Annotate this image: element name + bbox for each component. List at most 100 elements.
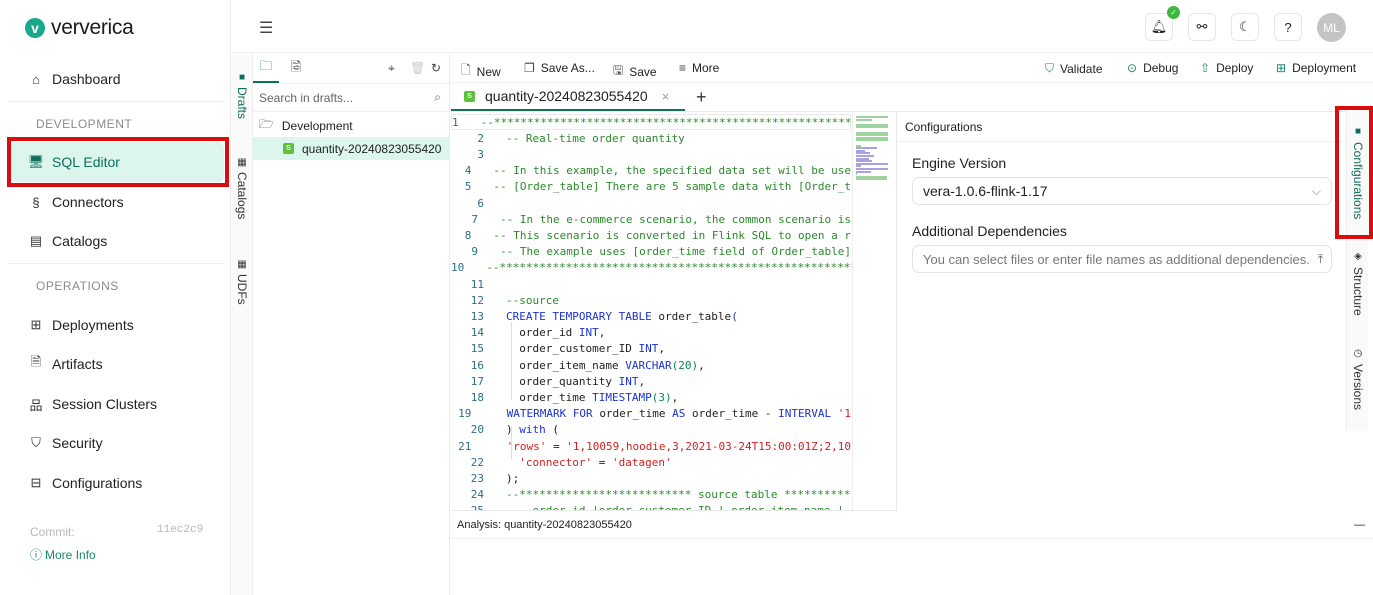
plugin-button[interactable]: ⚯ — [1188, 13, 1216, 41]
editor-toolbar: 🗋 New ❐ Save As... 🖫 Save ≡ More ⛉ Validate ⊙… — [451, 54, 1373, 83]
more-info-link[interactable]: ⓘ More Info — [30, 546, 96, 563]
save-button[interactable]: 🖫 Save — [613, 61, 657, 82]
file-tabs: S quantity-20240823055420 × + — [451, 83, 896, 111]
code-token: -- In this example, the specified data s… — [493, 164, 851, 178]
sidebar-item-connectors[interactable]: § Connectors — [10, 182, 224, 222]
code-line[interactable]: 4 -- In this example, the specified data … — [451, 163, 851, 179]
code-line[interactable]: 23); — [451, 470, 851, 486]
debug-button[interactable]: ⊙ Debug — [1127, 61, 1178, 75]
deploy-button[interactable]: ⇧ Deploy — [1200, 61, 1253, 75]
code-token: order_customer_ID — [506, 342, 639, 356]
tree-file-item[interactable]: S quantity-20240823055420 — [253, 137, 449, 160]
vtab-label: Drafts — [235, 87, 249, 120]
sidebar-item-deployments[interactable]: ⊞ Deployments — [10, 305, 224, 345]
minimap-line — [856, 126, 888, 129]
add-tab-button[interactable]: + — [696, 87, 707, 108]
code-line[interactable]: 19 WATERMARK FOR order_time AS order_tim… — [451, 406, 851, 422]
vtab-udfs[interactable]: ▦ UDFs — [231, 259, 253, 305]
sidebar-item-catalogs[interactable]: ▤ Catalogs — [10, 221, 224, 261]
validate-button[interactable]: ⛉ Validate — [1045, 61, 1103, 76]
right-vertical-tabs: ■ Configurations ◈ Structure ◷ Versions — [1346, 111, 1368, 431]
sidebar-item-dashboard[interactable]: ⌂ Dashboard — [10, 59, 224, 99]
additional-dependencies-input[interactable]: You can select files or enter file names… — [912, 245, 1332, 273]
save-icon: 🖫 — [613, 63, 624, 77]
code-line[interactable]: 12 --source — [451, 292, 851, 308]
vtab-configurations[interactable]: ■ Configurations — [1347, 126, 1369, 219]
code-token: -- Real-time order quantity — [506, 131, 685, 145]
vtab-structure[interactable]: ◈ Structure — [1347, 251, 1369, 316]
trash-icon[interactable]: 🗑 — [410, 61, 425, 75]
shield-icon: ⛉ — [31, 435, 41, 450]
deployment-button[interactable]: ⊞ Deployment — [1276, 61, 1356, 75]
logo[interactable]: v ververica — [25, 16, 134, 40]
close-tab-icon[interactable]: × — [662, 89, 670, 104]
tree-folder-development[interactable]: 🗁 Development — [253, 114, 449, 137]
code-token: -- In the e-commerce scenario, the commo… — [500, 212, 851, 226]
code-token: (20) — [671, 358, 699, 372]
code-editor[interactable]: 1 --*************************************… — [451, 111, 896, 511]
collapse-sidebar-icon[interactable]: ☰ — [259, 18, 273, 38]
code-token: , — [598, 326, 606, 340]
code-line[interactable]: 9 -- The example uses [order_time field o… — [451, 244, 851, 260]
save-as-button[interactable]: ❐ Save As... — [524, 61, 595, 75]
code-line[interactable]: 6 — [451, 195, 851, 211]
minimize-panel-button[interactable]: — — [1354, 519, 1365, 531]
more-button[interactable]: ≡ More — [679, 61, 719, 75]
sidebar-item-session-clusters[interactable]: 品 Session Clusters — [10, 384, 224, 424]
brand-name: ververica — [51, 16, 134, 39]
vtab-drafts[interactable]: ■ Drafts — [231, 72, 253, 119]
sidebar-item-security[interactable]: ⛉ Security — [10, 423, 224, 463]
config-panel-title: Configurations — [897, 112, 1346, 142]
drafts-search-input[interactable]: Search in drafts... ⌕ — [253, 84, 449, 112]
theme-toggle-button[interactable]: ☾ — [1231, 13, 1259, 41]
tab-folder-view[interactable]: 🗀 — [253, 54, 279, 83]
refresh-icon[interactable]: ↻ — [431, 61, 441, 75]
code-token: '1 — [837, 407, 851, 421]
file-tab-active[interactable]: S quantity-20240823055420 × — [451, 83, 685, 111]
sidebar-item-sql-editor[interactable]: 🖥 SQL Editor — [10, 142, 224, 182]
help-button[interactable]: ? — [1274, 13, 1302, 41]
line-number: 23 — [470, 471, 484, 485]
code-token: ) — [506, 423, 520, 437]
code-line[interactable]: 8 -- This scenario is converted in Flink … — [451, 227, 851, 243]
code-line[interactable]: 25 -- order_id |order_customer_ID | order… — [451, 503, 851, 511]
save-label: Save — [629, 64, 657, 79]
code-token: order_table — [658, 309, 732, 323]
engine-version-value: vera-1.0.6-flink-1.17 — [923, 183, 1048, 199]
code-token: --source — [506, 293, 559, 307]
avatar[interactable]: ML — [1317, 13, 1346, 42]
minimap[interactable] — [852, 112, 889, 510]
shield-check-icon: ⛉ — [1045, 61, 1055, 75]
vtab-catalogs[interactable]: ▦ Catalogs — [231, 157, 253, 219]
indent-guide — [511, 322, 512, 400]
vtab-versions[interactable]: ◷ Versions — [1347, 348, 1369, 410]
code-line[interactable]: 7 -- In the e-commerce scenario, the comm… — [451, 211, 851, 227]
new-button[interactable]: 🗋 New — [461, 61, 501, 82]
sidebar-item-configurations[interactable]: ⊟ Configurations — [10, 463, 224, 503]
engine-version-select[interactable]: vera-1.0.6-flink-1.17 ⌵ — [912, 177, 1332, 205]
code-line[interactable]: 3 — [451, 146, 851, 162]
line-number: 25 — [470, 504, 484, 511]
code-token: '1,10059,hoodie,3,2021-03-24T15:00:01Z;2… — [566, 439, 851, 453]
upload-icon[interactable]: ⤒ — [1318, 252, 1323, 267]
file-icon: ■ — [238, 72, 246, 83]
code-token: order_id — [506, 326, 579, 340]
configurations-icon: ■ — [1354, 126, 1362, 137]
code-line[interactable]: 11 — [451, 276, 851, 292]
sidebar-item-artifacts[interactable]: 🗎 Artifacts — [10, 344, 224, 384]
deps-placeholder: You can select files or enter file names… — [923, 251, 1310, 267]
code-line[interactable]: 10 --************************************… — [451, 260, 870, 276]
analysis-header: Analysis: quantity-20240823055420 — — [451, 512, 1373, 539]
search-icon: ⌕ — [434, 90, 441, 104]
locate-icon[interactable]: ⌖ — [388, 61, 395, 76]
code-line[interactable]: 2 -- Real-time order quantity — [451, 130, 851, 146]
code-token: INT — [578, 326, 599, 340]
line-number: 24 — [470, 488, 484, 502]
code-token: --**************************************… — [480, 115, 865, 129]
code-line[interactable]: 24 --************************** source ta… — [451, 487, 851, 503]
line-number: 12 — [470, 293, 484, 307]
tab-search-view[interactable]: 🗟 — [283, 54, 309, 83]
code-line[interactable]: 5 -- [Order_table] There are 5 sample dat… — [451, 179, 851, 195]
code-token: ); — [506, 471, 520, 485]
code-line[interactable]: 1 --*************************************… — [451, 114, 865, 130]
